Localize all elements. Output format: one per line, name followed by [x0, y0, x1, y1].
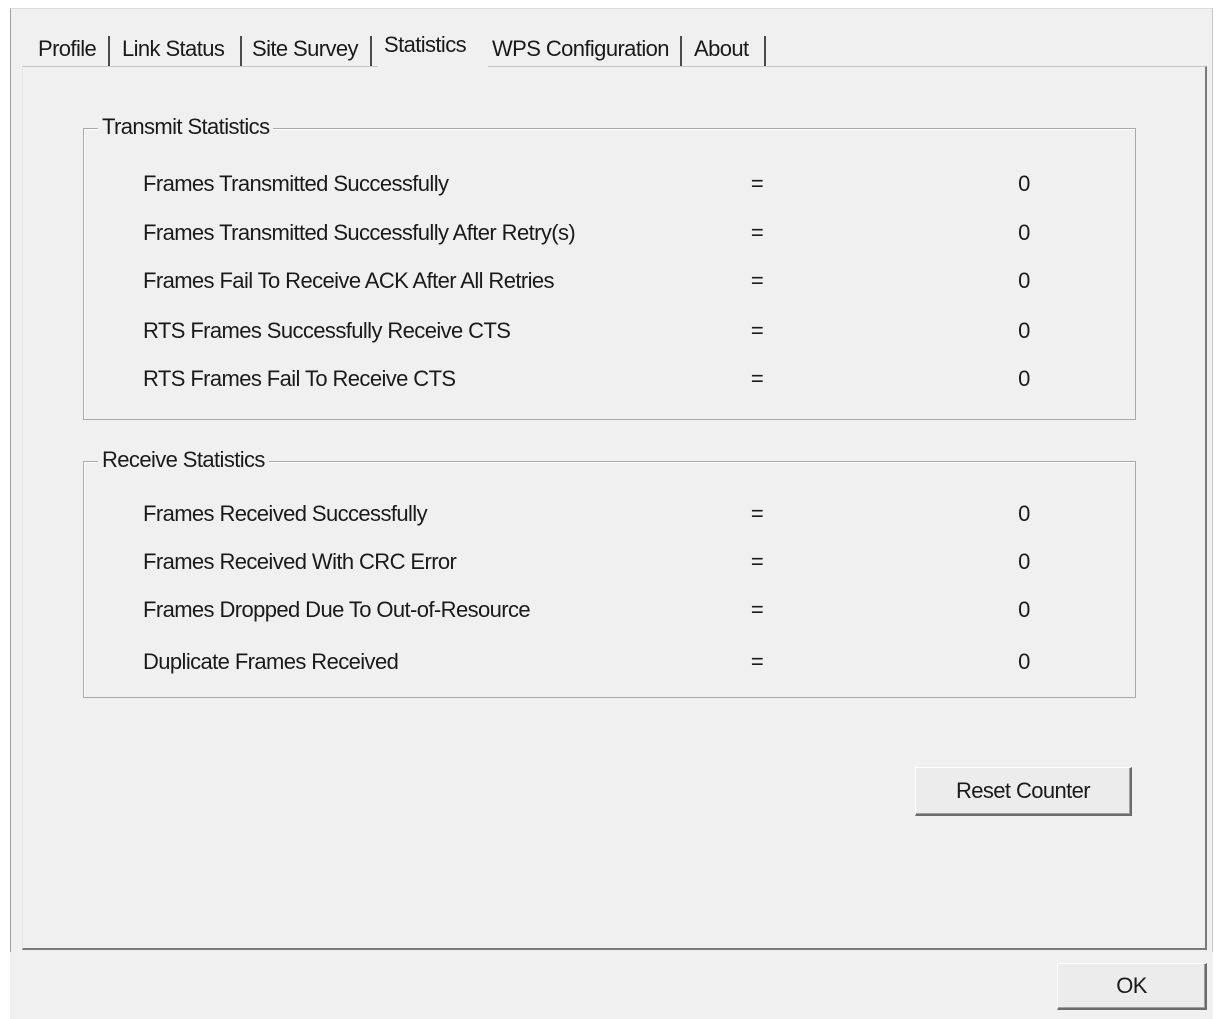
stat-value: 0 — [1018, 268, 1030, 293]
stat-equals: = — [750, 318, 764, 343]
stat-value: 0 — [1018, 501, 1030, 526]
stat-label: RTS Frames Successfully Receive CTS — [143, 318, 511, 343]
stat-value: 0 — [1018, 318, 1030, 343]
stat-equals: = — [750, 220, 764, 245]
stat-row: RTS Frames Successfully Receive CTS = 0 — [84, 316, 1135, 346]
stat-equals: = — [750, 366, 764, 391]
tab-profile[interactable]: Profile — [38, 34, 97, 64]
stat-label: Frames Received With CRC Error — [143, 549, 457, 574]
stat-row: Duplicate Frames Received = 0 — [84, 647, 1135, 677]
tab-separator — [240, 36, 242, 66]
stat-equals: = — [750, 268, 764, 293]
stat-value: 0 — [1018, 649, 1030, 674]
tab-separator — [764, 36, 766, 66]
stat-label: Frames Dropped Due To Out-of-Resource — [143, 597, 531, 622]
stat-equals: = — [750, 549, 764, 574]
stat-label: Frames Fail To Receive ACK After All Ret… — [143, 268, 555, 293]
tab-separator — [680, 36, 682, 66]
stat-value: 0 — [1018, 597, 1030, 622]
stat-value: 0 — [1018, 220, 1030, 245]
stat-equals: = — [750, 501, 764, 526]
stat-equals: = — [750, 597, 764, 622]
ok-button[interactable]: OK — [1057, 963, 1207, 1010]
stat-label: Frames Received Successfully — [143, 501, 428, 526]
tab-statistics[interactable]: Statistics — [378, 26, 488, 68]
stat-equals: = — [750, 171, 764, 196]
stat-row: RTS Frames Fail To Receive CTS = 0 — [84, 364, 1135, 394]
stat-row: Frames Received Successfully = 0 — [84, 499, 1135, 529]
dialog-footer — [10, 952, 1213, 1019]
transmit-statistics-group: Transmit Statistics Frames Transmitted S… — [83, 112, 1136, 420]
tab-strip: Profile Link Status Site Survey Statisti… — [24, 26, 804, 68]
tab-wps-configuration[interactable]: WPS Configuration — [492, 34, 669, 64]
tab-separator — [370, 36, 372, 66]
stat-label: Frames Transmitted Successfully — [143, 171, 449, 196]
tab-separator — [108, 36, 110, 66]
stat-equals: = — [750, 649, 764, 674]
stat-row: Frames Dropped Due To Out-of-Resource = … — [84, 595, 1135, 625]
reset-counter-button[interactable]: Reset Counter — [915, 767, 1132, 816]
stat-value: 0 — [1018, 366, 1030, 391]
receive-statistics-title: Receive Statistics — [98, 445, 269, 475]
transmit-statistics-title: Transmit Statistics — [98, 112, 274, 142]
receive-statistics-group: Receive Statistics Frames Received Succe… — [83, 445, 1136, 698]
tab-about[interactable]: About — [694, 34, 749, 64]
tab-site-survey[interactable]: Site Survey — [252, 34, 359, 64]
stat-row: Frames Received With CRC Error = 0 — [84, 547, 1135, 577]
stat-label: Frames Transmitted Successfully After Re… — [143, 220, 576, 245]
tab-link-status[interactable]: Link Status — [122, 34, 225, 64]
stat-value: 0 — [1018, 171, 1030, 196]
stat-label: RTS Frames Fail To Receive CTS — [143, 366, 456, 391]
stat-row: Frames Transmitted Successfully After Re… — [84, 218, 1135, 248]
stat-row: Frames Transmitted Successfully = 0 — [84, 169, 1135, 199]
stat-value: 0 — [1018, 549, 1030, 574]
stat-label: Duplicate Frames Received — [143, 649, 399, 674]
stat-row: Frames Fail To Receive ACK After All Ret… — [84, 266, 1135, 296]
